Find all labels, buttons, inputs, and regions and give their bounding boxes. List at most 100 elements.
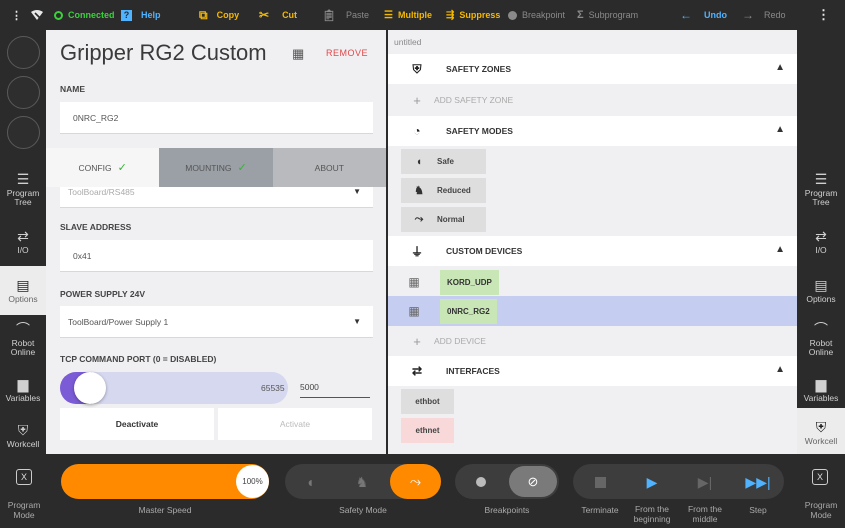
device-config-panel: Gripper RG2 Custom ▦ REMOVE NAME 0NRC_RG…	[46, 30, 386, 454]
robot-arm-icon: ⌒	[814, 321, 828, 337]
program-mode-left-button[interactable]: X	[5, 464, 43, 490]
from-beginning-label: From the beginning	[633, 504, 671, 524]
rail-options[interactable]: ▤ Options	[0, 266, 46, 315]
rail-program-tree[interactable]: ☰ Program Tree	[797, 165, 845, 214]
activate-button[interactable]: Activate	[218, 408, 372, 440]
interfaces-header[interactable]: ⇄ INTERFACES ▲	[388, 356, 797, 386]
interface-ethbot[interactable]: ethbot	[401, 389, 454, 414]
device-chip: KORD_UDP	[440, 269, 499, 295]
step-label: Step	[749, 505, 767, 515]
slider-max-value: 65535	[261, 383, 285, 393]
help-button[interactable]: ? Help	[121, 0, 161, 30]
power-supply-select[interactable]: ToolBoard/Power Supply 1 ▼	[60, 306, 373, 338]
rail-robot-online[interactable]: ⌒ Robot Online	[797, 315, 845, 364]
clipboard-icon: 📋︎	[322, 9, 336, 22]
more-button[interactable]: ⋮	[817, 0, 830, 30]
tab-mounting[interactable]: MOUNTING ✓	[159, 148, 273, 187]
add-device-button[interactable]: + ADD DEVICE	[388, 326, 797, 356]
remove-button[interactable]: REMOVE	[326, 48, 368, 58]
program-mode-right-button[interactable]: X	[801, 464, 839, 490]
copy-icon: ⧉	[199, 7, 208, 22]
rabbit-icon[interactable]: ♞	[350, 470, 374, 494]
tab-label: ABOUT	[314, 162, 344, 173]
check-icon: ✓	[237, 162, 247, 174]
rail-program-tree[interactable]: ☰ Program Tree	[0, 165, 46, 214]
from-middle-label: From the middle	[687, 504, 722, 524]
cut-button[interactable]: ✂ Cut	[259, 0, 297, 30]
tab-config[interactable]: CONFIG ✓	[46, 148, 160, 187]
sigma-icon: Σ	[577, 9, 584, 21]
safety-zones-header[interactable]: ⛨ SAFETY ZONES ▲	[388, 54, 797, 84]
rail-variables[interactable]: ▆ Variables	[0, 365, 46, 414]
rail-io[interactable]: ⇄ I/O	[0, 217, 46, 266]
device-row-onrc-rg2[interactable]: ▦ 0NRC_RG2	[388, 296, 797, 326]
io-icon: ⇄	[411, 364, 423, 378]
name-input[interactable]: 0NRC_RG2	[60, 102, 373, 134]
cheetah-icon: ⤳	[414, 213, 424, 225]
redo-button[interactable]: → Redo	[742, 0, 786, 30]
copy-button[interactable]: ⧉ Copy	[199, 0, 239, 30]
file-name: untitled	[394, 37, 422, 47]
turtle-icon: ◖	[415, 155, 423, 168]
tcp-port-input[interactable]: 5000	[300, 376, 370, 398]
safety-modes-header[interactable]: ◔ SAFETY MODES ▲	[388, 116, 797, 146]
tab-about[interactable]: ABOUT	[272, 148, 386, 187]
multiple-button[interactable]: ☰ Multiple	[384, 0, 432, 30]
rail-label: Variables	[5, 392, 41, 403]
section-title: SAFETY ZONES	[446, 64, 512, 74]
right-navigation-rail: ☰ Program Tree ⇄ I/O ▤ Options ⌒ Robot O…	[797, 30, 845, 457]
suppress-button[interactable]: ⇶ Suppress	[446, 0, 500, 30]
menu-button[interactable]: ⋮	[11, 0, 22, 30]
safety-mode-label: Safety Mode	[339, 505, 387, 515]
device-chip: 0NRC_RG2	[440, 298, 497, 324]
rail-robot-online[interactable]: ⌒ Robot Online	[0, 315, 46, 364]
chevron-up-icon: ▲	[775, 124, 785, 135]
grid-icon[interactable]: ▦	[292, 46, 304, 62]
play-icon[interactable]: ▶	[640, 470, 664, 494]
paste-button[interactable]: 📋︎ Paste	[322, 0, 369, 30]
rail-io[interactable]: ⇄ I/O	[797, 217, 845, 266]
undo-button[interactable]: ← Undo	[680, 0, 727, 30]
slave-address-input[interactable]: 0x41	[60, 240, 373, 272]
master-speed-handle[interactable]: 100%	[236, 465, 269, 498]
status-circle-3[interactable]	[7, 116, 40, 149]
rail-label: Program Tree	[6, 188, 40, 207]
mode-normal-button[interactable]: ⤳ Normal	[401, 207, 486, 232]
grid-icon: ▦	[408, 304, 420, 318]
slider-handle[interactable]	[74, 372, 106, 404]
mode-safe-button[interactable]: ◖ Safe	[401, 149, 486, 174]
briefcase-icon: ▆	[815, 375, 827, 392]
power-supply-label: POWER SUPPLY 24V	[60, 289, 146, 299]
breakpoint-dot-icon[interactable]	[469, 470, 493, 494]
rail-workcell[interactable]: ⛨ Workcell	[797, 408, 845, 457]
connection-status[interactable]: Connected	[54, 0, 115, 30]
device-row-kord-udp[interactable]: ▦ KORD_UDP	[388, 267, 797, 297]
grid-icon: ▦	[408, 275, 420, 289]
program-mode-left-label: Program Mode	[7, 500, 41, 520]
interface-ethnet[interactable]: ethnet	[401, 418, 454, 443]
status-circle-2[interactable]	[7, 76, 40, 109]
copy-label: Copy	[216, 10, 240, 20]
tab-bar: CONFIG ✓ MOUNTING ✓ ABOUT	[46, 148, 386, 187]
custom-devices-header[interactable]: ⏚ CUSTOM DEVICES ▲	[388, 236, 797, 266]
subprogram-button[interactable]: Σ Subprogram	[577, 0, 638, 30]
rail-options[interactable]: ▤ Options	[797, 266, 845, 315]
rail-workcell[interactable]: ⛨ Workcell	[0, 411, 46, 460]
scissors-icon: ✂	[259, 8, 270, 22]
breakpoint-button[interactable]: Breakpoint	[508, 0, 565, 30]
step-icon[interactable]: ▶▶|	[745, 470, 770, 494]
breakpoint-off-icon[interactable]: ⊘	[509, 466, 557, 497]
list-icon: ☰	[16, 171, 30, 187]
status-circle-1[interactable]	[7, 36, 40, 69]
rail-variables[interactable]: ▆ Variables	[797, 365, 845, 414]
mode-reduced-button[interactable]: ♞ Reduced	[401, 178, 486, 203]
play-middle-icon[interactable]: ▶|	[693, 470, 717, 494]
tcp-port-slider[interactable]: 0	[60, 372, 288, 404]
interface-value: ToolBoard/RS485	[68, 186, 135, 197]
stop-icon[interactable]	[588, 470, 612, 494]
add-safety-zone-button[interactable]: + ADD SAFETY ZONE	[388, 85, 797, 115]
turtle-icon[interactable]: ◖	[298, 470, 322, 494]
deactivate-button[interactable]: Deactivate	[60, 408, 214, 440]
wifi-button[interactable]	[31, 0, 43, 30]
cheetah-icon[interactable]: ⤳	[390, 464, 441, 499]
